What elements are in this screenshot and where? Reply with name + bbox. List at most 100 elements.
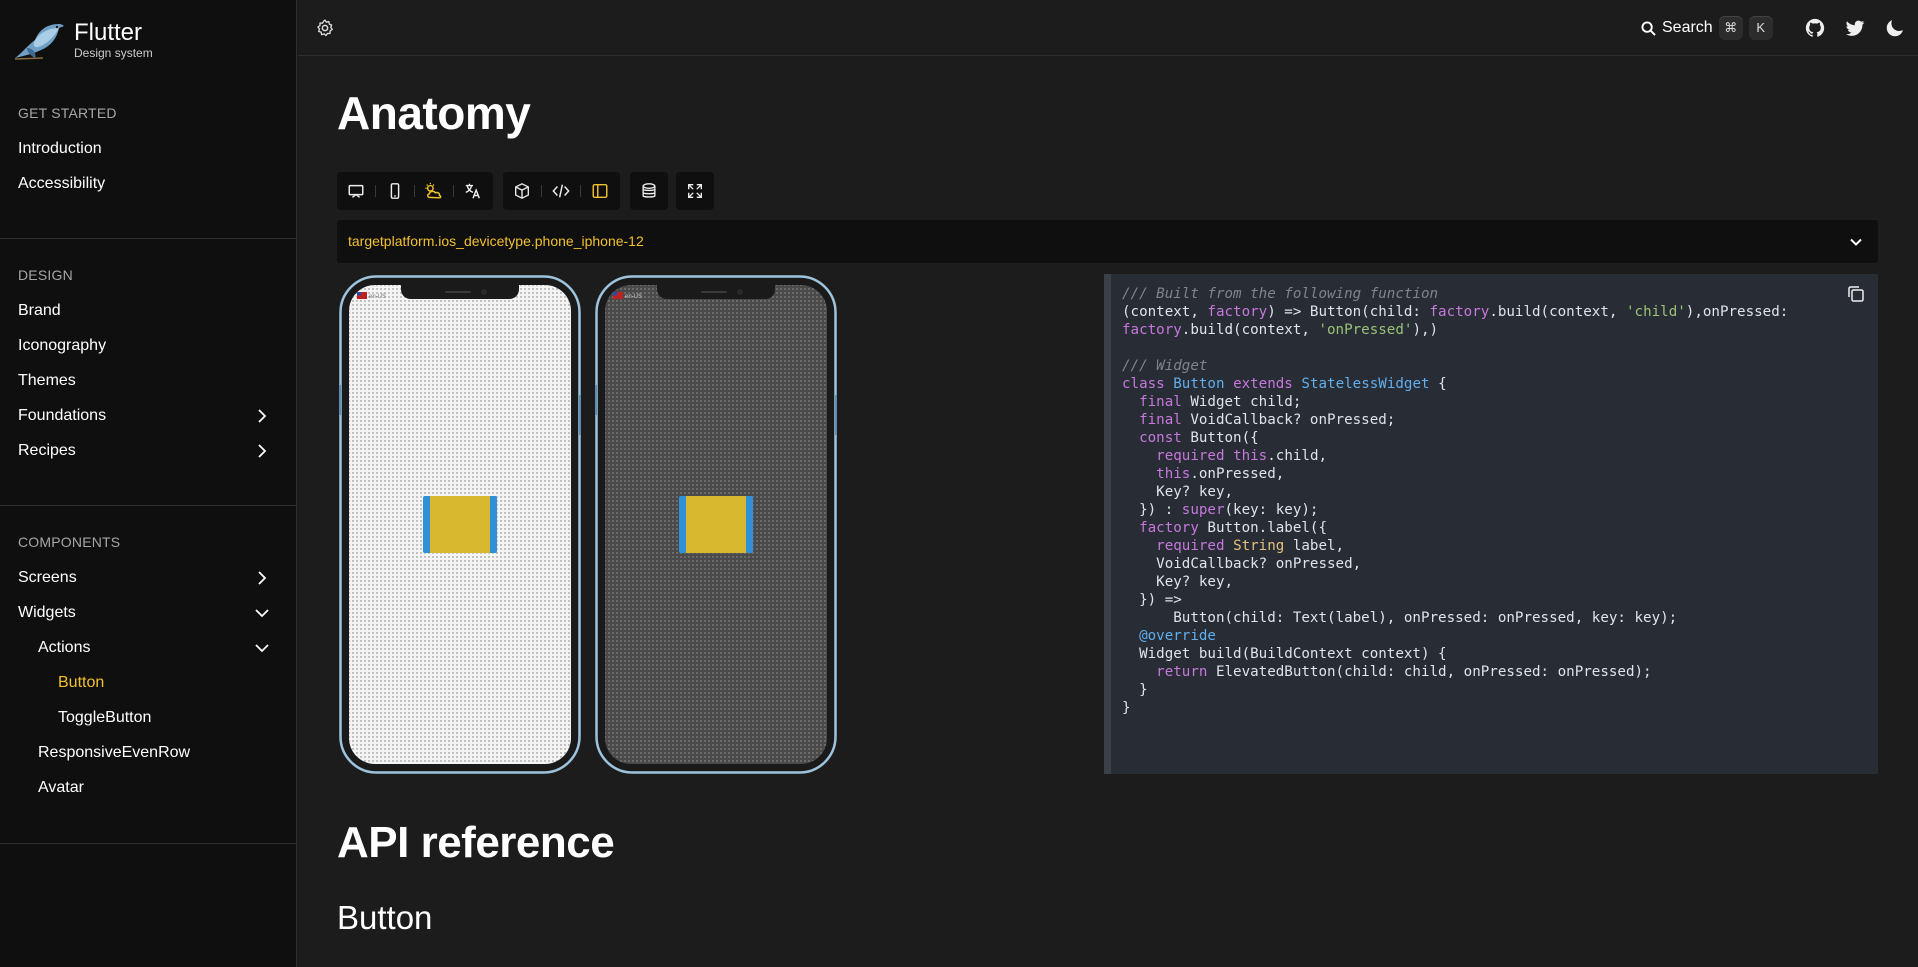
- sidebar-item-label: Avatar: [38, 779, 84, 796]
- code-panel: /// Built from the following function (c…: [1104, 274, 1878, 774]
- chevron-down-icon[interactable]: [255, 630, 269, 665]
- section-design: DESIGN: [0, 267, 297, 283]
- sidebar-item-recipes[interactable]: Recipes: [0, 433, 297, 468]
- copy-icon[interactable]: [1846, 284, 1866, 304]
- sidebar-item-label: Accessibility: [18, 175, 106, 192]
- code-line: @override: [1139, 628, 1216, 644]
- code-line: final VoidCallback? onPressed;: [1139, 412, 1396, 428]
- code-line: }) : super(key: key);: [1122, 502, 1319, 518]
- phone-preview-dark[interactable]: en-US: [595, 275, 837, 774]
- sidebar-item-responsiveevenrow[interactable]: ResponsiveEvenRow: [0, 735, 297, 770]
- brand-subtitle: Design system: [74, 46, 153, 60]
- section-get-started: GET STARTED: [0, 105, 297, 121]
- device-button[interactable]: [376, 172, 414, 210]
- toolbar-fullscreen: [676, 172, 714, 210]
- code-line: /// Built from the following function: [1122, 286, 1439, 302]
- api-reference-heading: API reference: [337, 818, 615, 867]
- phone-preview-light[interactable]: en-US: [339, 275, 581, 774]
- page-title: Anatomy: [337, 87, 531, 139]
- sidebar-item-accessibility[interactable]: Accessibility: [0, 166, 297, 201]
- section-title: DESIGN: [18, 267, 73, 283]
- code-line: VoidCallback? onPressed,: [1122, 556, 1362, 572]
- settings-icon[interactable]: [315, 18, 335, 38]
- github-icon[interactable]: [1804, 17, 1826, 39]
- sidebar-item-label: Introduction: [18, 140, 102, 157]
- weather-theme-icon: [425, 182, 442, 199]
- section-components: COMPONENTS: [0, 534, 297, 550]
- chevron-right-icon[interactable]: [255, 433, 269, 468]
- sidebar-item-label: Actions: [38, 639, 91, 656]
- presentation-button[interactable]: [337, 172, 375, 210]
- toolbar-addons: [337, 172, 493, 210]
- code-block: /// Built from the following function (c…: [1122, 285, 1788, 717]
- chevron-right-icon[interactable]: [255, 398, 269, 433]
- sidebar-item-label: ToggleButton: [58, 709, 152, 726]
- toolbar-panels: [503, 172, 620, 210]
- chevron-right-icon[interactable]: [255, 560, 269, 595]
- sidebar-item-brand[interactable]: Brand: [0, 293, 297, 328]
- code-line: Key? key,: [1122, 574, 1234, 590]
- sidebar-item-togglebutton[interactable]: ToggleButton: [0, 700, 297, 735]
- sidebar-item-label: Recipes: [18, 442, 76, 459]
- code-line: class Button extends StatelessWidget {: [1122, 376, 1447, 392]
- api-subheading: Button: [337, 899, 433, 936]
- code-icon: [552, 184, 570, 198]
- search-label: Search: [1662, 19, 1713, 36]
- presentation-icon: [348, 184, 364, 198]
- sidebar-divider: [0, 843, 297, 844]
- sidebar-item-label: Widgets: [18, 604, 76, 621]
- fullscreen-button[interactable]: [676, 172, 714, 210]
- code-line: }: [1122, 682, 1148, 698]
- code-line: return ElevatedButton(child: child, onPr…: [1156, 664, 1652, 680]
- sidebar-item-label: Brand: [18, 302, 61, 319]
- code-line: Widget build(BuildContext context) {: [1122, 646, 1447, 662]
- code-line: final Widget child;: [1139, 394, 1302, 410]
- dark-mode-icon[interactable]: [1884, 17, 1906, 39]
- section-title: GET STARTED: [18, 105, 117, 121]
- shortcut-key-cmd: ⌘: [1718, 16, 1743, 40]
- sidebar-item-label: Button: [58, 674, 105, 691]
- search-button[interactable]: Search ⌘ K: [1641, 15, 1773, 41]
- sidebar-item-iconography[interactable]: Iconography: [0, 328, 297, 363]
- sidebar-layout-icon: [592, 183, 608, 199]
- sidebar-item-introduction[interactable]: Introduction: [0, 131, 297, 166]
- sidebar-divider: [0, 505, 297, 506]
- theme-button[interactable]: [415, 172, 453, 210]
- code-line: }: [1122, 700, 1131, 716]
- locale-button[interactable]: [454, 172, 492, 210]
- sidebar-item-label: Screens: [18, 569, 77, 586]
- sidebar-item-label: Iconography: [18, 337, 107, 354]
- sidebar-item-screens[interactable]: Screens: [0, 560, 297, 595]
- code-line: const Button({: [1139, 430, 1259, 446]
- sidebar-item-label: Themes: [18, 372, 76, 389]
- sidebar-item-label: Foundations: [18, 407, 107, 424]
- code-line: factory Button.label({: [1139, 520, 1328, 536]
- code-line: required this.child,: [1156, 448, 1328, 464]
- brand[interactable]: Flutter Design system: [13, 18, 153, 62]
- sidebar: Flutter Design system GET STARTED Introd…: [0, 0, 297, 967]
- device-selector[interactable]: targetplatform.ios_devicetype.phone_ipho…: [337, 220, 1878, 263]
- code-line: Button(child: Text(label), onPressed: on…: [1122, 610, 1678, 626]
- sidebar-item-button[interactable]: Button: [0, 665, 297, 700]
- sidebar-toggle-button[interactable]: [581, 172, 619, 210]
- sidebar-item-widgets[interactable]: Widgets: [0, 595, 297, 630]
- sidebar-item-label: ResponsiveEvenRow: [38, 744, 191, 761]
- code-button[interactable]: [542, 172, 580, 210]
- chevron-down-icon[interactable]: [255, 595, 269, 630]
- sidebar-item-themes[interactable]: Themes: [0, 363, 297, 398]
- component-button[interactable]: [503, 172, 541, 210]
- code-line: factory.build(context, 'onPressed'),): [1122, 322, 1439, 338]
- data-button[interactable]: [630, 172, 668, 210]
- topbar: Search ⌘ K: [298, 0, 1918, 56]
- bird-logo-icon: [14, 24, 64, 60]
- sidebar-item-actions[interactable]: Actions: [0, 630, 297, 665]
- fullscreen-icon: [688, 184, 702, 198]
- sidebar-item-foundations[interactable]: Foundations: [0, 398, 297, 433]
- sidebar-item-avatar[interactable]: Avatar: [0, 770, 297, 805]
- twitter-icon[interactable]: [1844, 17, 1866, 39]
- translate-icon: [465, 183, 480, 199]
- locale-badge: en-US: [369, 294, 386, 300]
- shortcut-key-k: K: [1748, 16, 1773, 40]
- database-icon: [642, 183, 656, 198]
- cube-icon: [515, 183, 529, 199]
